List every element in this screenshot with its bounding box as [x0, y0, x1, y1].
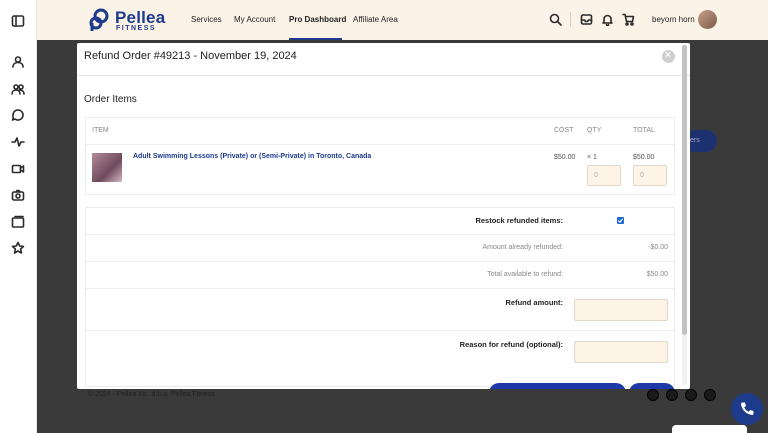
top-header: Pellea FITNESS Services My Account Pro D… [37, 0, 768, 40]
restock-label: Restock refunded items: [475, 216, 563, 225]
brand-logo[interactable]: Pellea FITNESS [88, 8, 168, 34]
phone-button[interactable] [731, 393, 763, 425]
activity-icon[interactable] [11, 135, 25, 149]
already-refunded-label: Amount already refunded: [482, 244, 563, 251]
brand-mark-icon [89, 8, 109, 31]
row-divider [85, 330, 675, 331]
modal-title: Refund Order #49213 - November 19, 2024 [84, 50, 297, 62]
refund-amount-label: Refund amount: [505, 298, 564, 307]
nav-services[interactable]: Services [191, 15, 222, 24]
video-icon[interactable] [11, 162, 25, 176]
column-qty: QTY [587, 127, 602, 134]
background-button-label: ers [690, 137, 700, 144]
header-divider [570, 12, 571, 27]
nav-affiliate-area[interactable]: Affiliate Area [353, 15, 398, 24]
item-cost: $50.00 [554, 154, 576, 161]
nav-pro-dashboard[interactable]: Pro Dashboard [289, 15, 346, 24]
refund-amount-input[interactable] [574, 299, 668, 321]
column-cost: COST [554, 127, 574, 134]
brand-subtitle: FITNESS [116, 25, 157, 32]
sidebar-rail [0, 0, 37, 433]
twitter-icon[interactable] [704, 389, 716, 401]
phone-icon [741, 402, 754, 415]
search-icon[interactable] [549, 13, 562, 26]
item-link[interactable]: Adult Swimming Lessons (Private) or (Sem… [133, 153, 371, 160]
inbox-icon[interactable] [580, 13, 593, 26]
checkmark-icon [617, 218, 624, 223]
refund-manually-button[interactable] [489, 383, 626, 389]
chat-widget[interactable] [672, 425, 747, 433]
footer-copyright: © 2024 - Pellea Inc. d.b.a. Pellea Fitne… [88, 391, 215, 398]
already-refunded-value: -$0.00 [648, 244, 668, 251]
available-value: $50.00 [646, 271, 668, 278]
instagram-icon[interactable] [666, 389, 678, 401]
users-icon[interactable] [11, 55, 25, 69]
modal-header-divider [77, 75, 690, 76]
panel-toggle-icon[interactable] [11, 14, 25, 28]
facebook-icon[interactable] [647, 389, 659, 401]
section-title: Order Items [84, 94, 137, 105]
close-button[interactable]: × [662, 50, 675, 63]
reason-label: Reason for refund (optional): [459, 340, 563, 349]
modal-scrollbar-thumb[interactable] [682, 45, 687, 335]
folder-icon[interactable] [11, 215, 25, 229]
camera-icon[interactable] [11, 188, 25, 202]
cart-icon[interactable] [622, 13, 635, 26]
group-icon[interactable] [11, 82, 25, 96]
item-thumbnail [92, 153, 122, 182]
bell-icon[interactable] [601, 13, 614, 27]
row-divider [85, 234, 675, 235]
username[interactable]: beyorn horn [652, 15, 695, 24]
refund-button[interactable] [629, 383, 675, 389]
refund-total-input[interactable]: 0 [633, 165, 667, 186]
item-qty: × 1 [587, 154, 597, 161]
restock-checkbox[interactable] [617, 217, 624, 224]
star-icon[interactable] [11, 241, 25, 255]
table-header-divider [85, 144, 675, 145]
available-label: Total available to refund: [487, 271, 563, 278]
row-divider [85, 261, 675, 262]
row-divider [85, 288, 675, 289]
item-total: $50.00 [633, 154, 655, 161]
reason-input[interactable] [574, 341, 668, 363]
nav-my-account[interactable]: My Account [234, 15, 275, 24]
active-nav-indicator [289, 38, 342, 40]
close-icon: × [665, 50, 671, 61]
refund-qty-input[interactable]: 0 [587, 165, 621, 186]
refund-modal: Refund Order #49213 - November 19, 2024 … [77, 43, 690, 389]
avatar[interactable] [698, 10, 717, 29]
column-total: TOTAL [633, 127, 655, 134]
column-item: ITEM [92, 127, 109, 134]
linkedin-icon[interactable] [685, 389, 697, 401]
chat-icon[interactable] [11, 108, 25, 122]
